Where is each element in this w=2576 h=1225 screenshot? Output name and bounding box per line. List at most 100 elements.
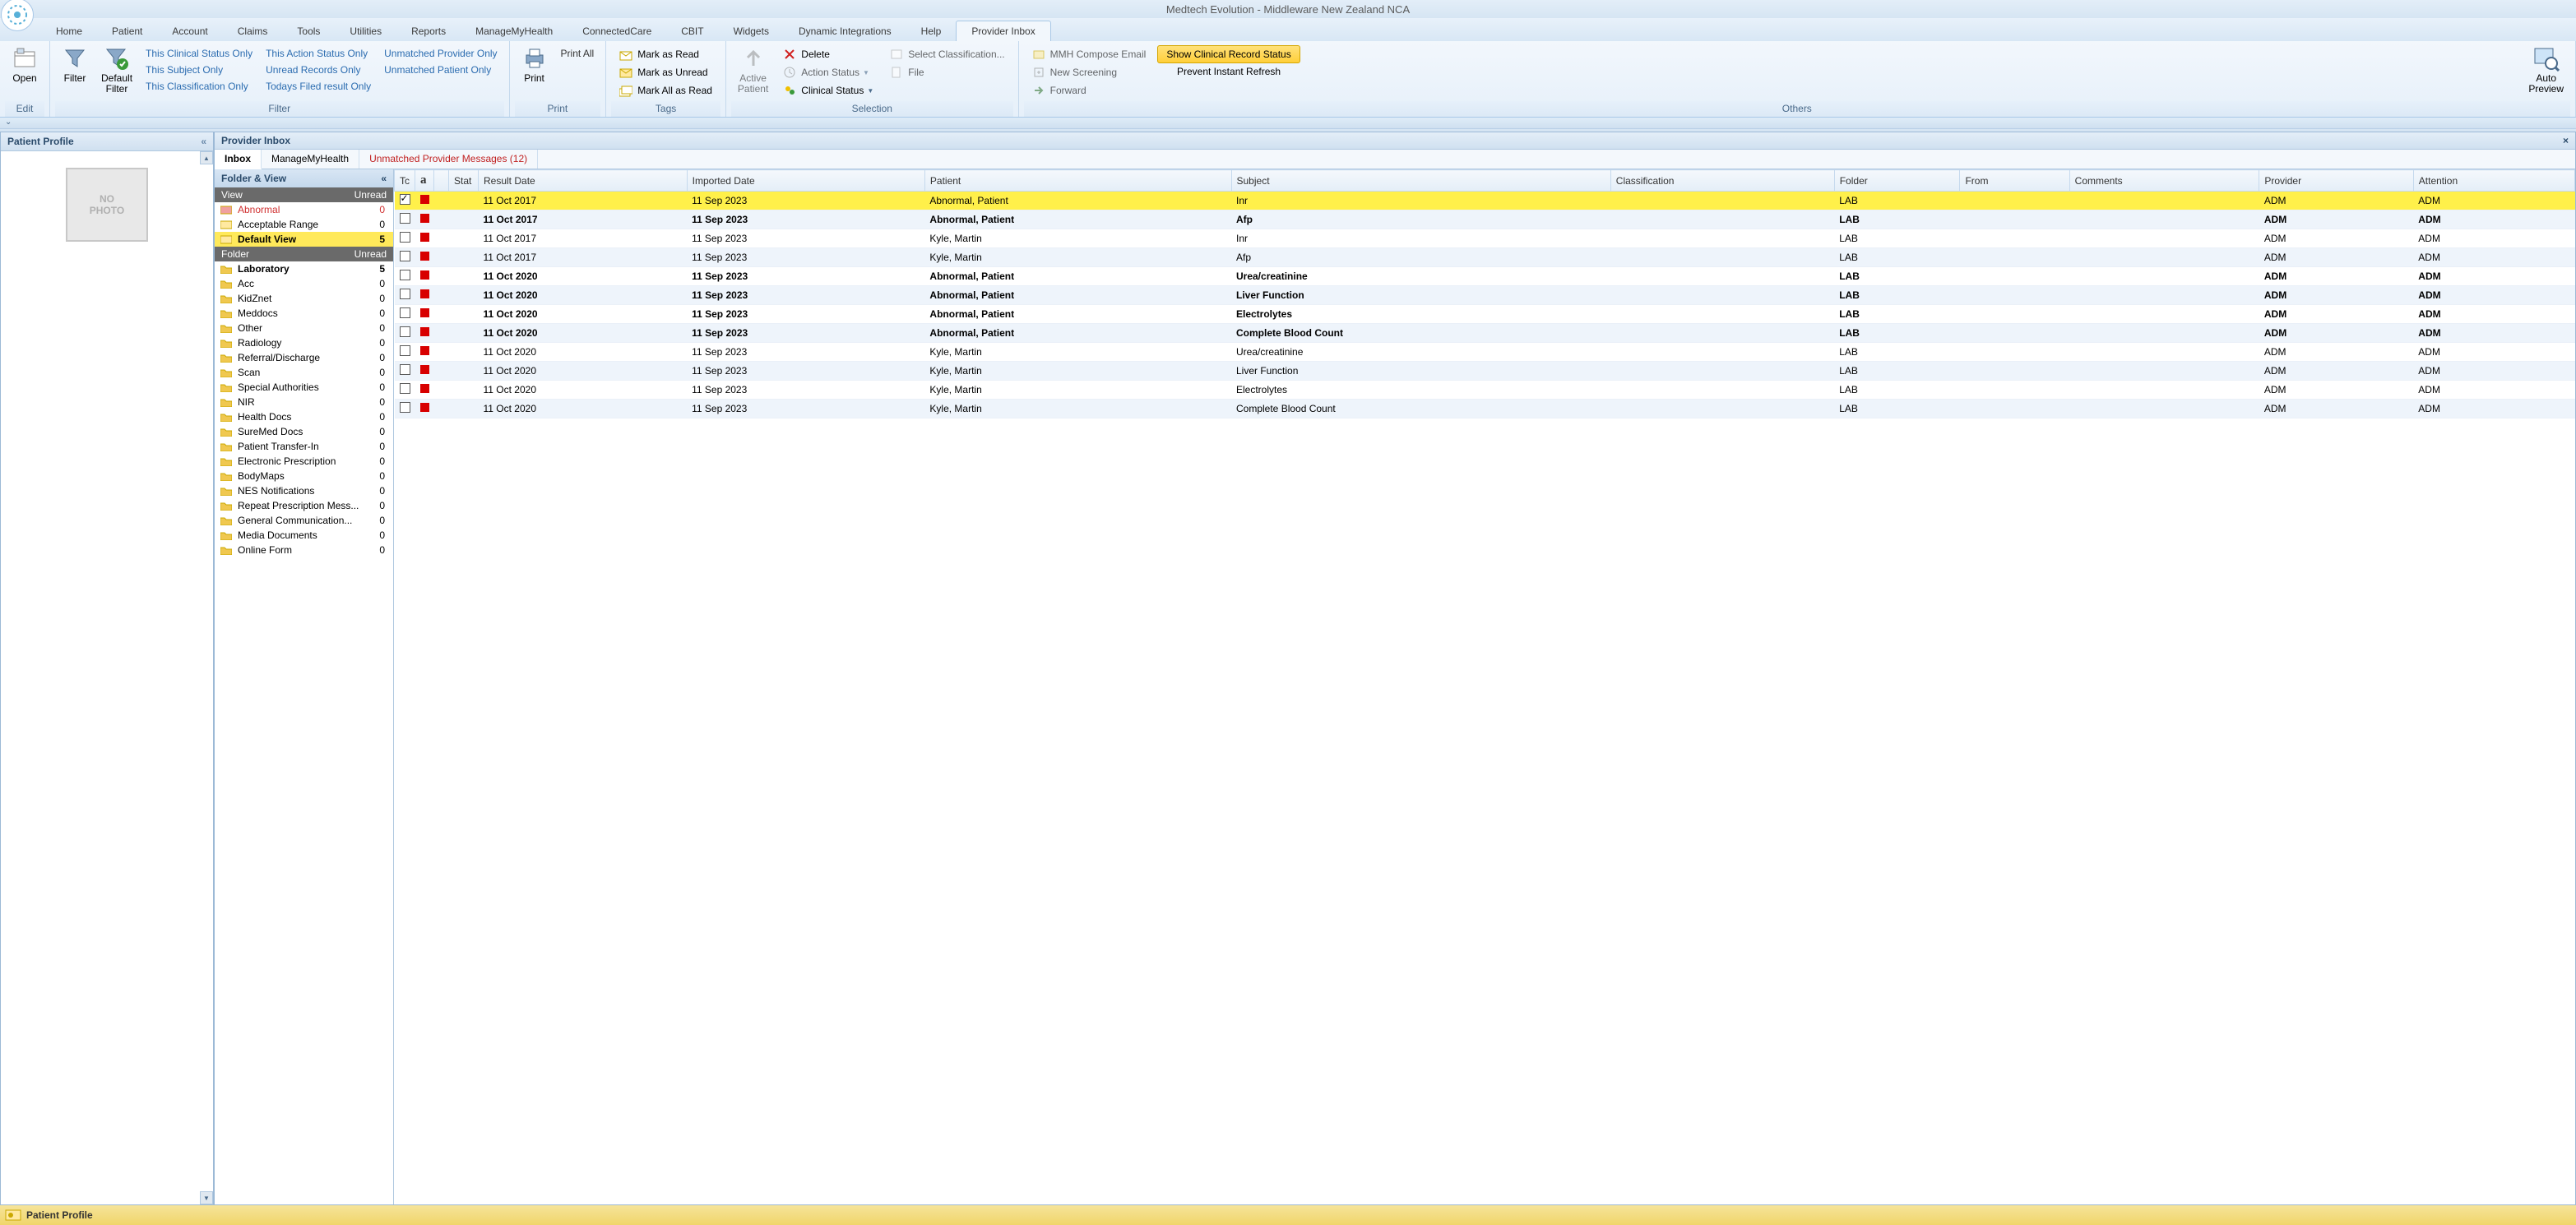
scroll-down-icon[interactable]: ▼ — [200, 1191, 213, 1204]
row-checkbox[interactable] — [400, 345, 410, 356]
table-row[interactable]: 11 Oct 202011 Sep 2023Abnormal, PatientU… — [395, 267, 2575, 286]
folder-item[interactable]: Special Authorities0 — [215, 380, 393, 395]
clinical-status-button[interactable]: Clinical Status▼ — [778, 81, 878, 99]
column-header[interactable]: Subject — [1231, 170, 1610, 192]
mmh-compose[interactable]: MMH Compose Email — [1027, 45, 1151, 63]
print-all-button[interactable]: Print All — [558, 45, 598, 62]
filter-unmatched-provider[interactable]: Unmatched Provider Only — [381, 45, 500, 62]
mark-all-as-read[interactable]: Mark All as Read — [614, 81, 717, 99]
column-header[interactable]: Provider — [2259, 170, 2413, 192]
menu-tab-help[interactable]: Help — [906, 21, 957, 41]
menu-tab-patient[interactable]: Patient — [97, 21, 157, 41]
folder-item[interactable]: NIR0 — [215, 395, 393, 409]
collapse-icon[interactable]: « — [201, 136, 206, 147]
folder-item[interactable]: Media Documents0 — [215, 528, 393, 543]
column-header[interactable]: Classification — [1610, 170, 1834, 192]
sub-tab[interactable]: Inbox — [215, 150, 262, 169]
row-checkbox[interactable] — [400, 289, 410, 299]
sub-tab[interactable]: ManageMyHealth — [262, 150, 359, 169]
prevent-instant-refresh[interactable]: Prevent Instant Refresh — [1157, 63, 1300, 80]
menu-tab-tools[interactable]: Tools — [282, 21, 335, 41]
row-checkbox[interactable] — [400, 194, 410, 205]
filter-unmatched-patient[interactable]: Unmatched Patient Only — [381, 62, 500, 78]
new-screening[interactable]: New Screening — [1027, 63, 1151, 81]
row-checkbox[interactable] — [400, 307, 410, 318]
table-row[interactable]: 11 Oct 202011 Sep 2023Abnormal, PatientC… — [395, 324, 2575, 343]
column-header[interactable]: Imported Date — [687, 170, 924, 192]
column-header[interactable]: Attention — [2413, 170, 2574, 192]
column-header[interactable]: From — [1960, 170, 2069, 192]
folder-item[interactable]: Scan0 — [215, 365, 393, 380]
select-classification[interactable]: Select Classification... — [885, 45, 1009, 63]
file-button[interactable]: File — [885, 63, 1009, 81]
folder-item[interactable]: Meddocs0 — [215, 306, 393, 321]
menu-tab-dynamic-integrations[interactable]: Dynamic Integrations — [784, 21, 906, 41]
auto-preview-button[interactable]: Auto Preview — [2522, 44, 2570, 96]
folder-item[interactable]: Radiology0 — [215, 335, 393, 350]
table-row[interactable]: 11 Oct 202011 Sep 2023Kyle, MartinUrea/c… — [395, 343, 2575, 362]
folder-item[interactable]: General Communication...0 — [215, 513, 393, 528]
filter-todays[interactable]: Todays Filed result Only — [262, 78, 374, 95]
folder-item[interactable]: BodyMaps0 — [215, 469, 393, 483]
row-checkbox[interactable] — [400, 232, 410, 243]
table-row[interactable]: 11 Oct 201711 Sep 2023Kyle, MartinAfpLAB… — [395, 248, 2575, 267]
view-item[interactable]: Abnormal0 — [215, 202, 393, 217]
column-header[interactable]: Tc — [395, 170, 415, 192]
view-item[interactable]: Default View5 — [215, 232, 393, 247]
table-row[interactable]: 11 Oct 202011 Sep 2023Abnormal, PatientE… — [395, 305, 2575, 324]
row-checkbox[interactable] — [400, 402, 410, 413]
menu-tab-widgets[interactable]: Widgets — [719, 21, 784, 41]
menu-tab-managemyhealth[interactable]: ManageMyHealth — [461, 21, 568, 41]
delete-button[interactable]: Delete — [778, 45, 878, 63]
active-patient-button[interactable]: Active Patient — [731, 44, 775, 96]
patient-profile-status-icon[interactable] — [5, 1209, 21, 1222]
row-checkbox[interactable] — [400, 251, 410, 261]
folder-item[interactable]: Patient Transfer-In0 — [215, 439, 393, 454]
column-header[interactable]: Patient — [924, 170, 1231, 192]
mark-as-read[interactable]: Mark as Read — [614, 45, 717, 63]
folder-item[interactable]: Acc0 — [215, 276, 393, 291]
open-button[interactable]: Open — [5, 44, 44, 86]
row-checkbox[interactable] — [400, 383, 410, 394]
folder-item[interactable]: Electronic Prescription0 — [215, 454, 393, 469]
table-row[interactable]: 11 Oct 202011 Sep 2023Kyle, MartinLiver … — [395, 362, 2575, 381]
ribbon-expander[interactable]: ⌄ — [0, 118, 2576, 129]
print-button[interactable]: Print — [515, 44, 554, 86]
column-header[interactable] — [434, 170, 449, 192]
folder-item[interactable]: NES Notifications0 — [215, 483, 393, 498]
menu-tab-provider-inbox[interactable]: Provider Inbox — [956, 21, 1050, 41]
menu-tab-reports[interactable]: Reports — [396, 21, 461, 41]
column-header[interactable]: Stat — [449, 170, 479, 192]
menu-tab-account[interactable]: Account — [157, 21, 222, 41]
folder-item[interactable]: Laboratory5 — [215, 261, 393, 276]
forward-button[interactable]: Forward — [1027, 81, 1151, 99]
table-row[interactable]: 11 Oct 202011 Sep 2023Kyle, MartinElectr… — [395, 381, 2575, 400]
collapse-icon[interactable]: « — [381, 173, 387, 184]
column-header[interactable]: Folder — [1834, 170, 1960, 192]
column-header[interactable]: a — [415, 170, 434, 192]
table-row[interactable]: 11 Oct 202011 Sep 2023Abnormal, PatientL… — [395, 286, 2575, 305]
table-row[interactable]: 11 Oct 201711 Sep 2023Kyle, MartinInrLAB… — [395, 229, 2575, 248]
column-header[interactable]: Comments — [2069, 170, 2259, 192]
folder-item[interactable]: Health Docs0 — [215, 409, 393, 424]
sub-tab[interactable]: Unmatched Provider Messages (12) — [359, 150, 538, 169]
row-checkbox[interactable] — [400, 326, 410, 337]
menu-tab-home[interactable]: Home — [41, 21, 97, 41]
folder-item[interactable]: Repeat Prescription Mess...0 — [215, 498, 393, 513]
mark-as-unread[interactable]: Mark as Unread — [614, 63, 717, 81]
folder-item[interactable]: SureMed Docs0 — [215, 424, 393, 439]
row-checkbox[interactable] — [400, 270, 410, 280]
filter-clinical-status[interactable]: This Clinical Status Only — [142, 45, 256, 62]
row-checkbox[interactable] — [400, 364, 410, 375]
folder-item[interactable]: KidZnet0 — [215, 291, 393, 306]
filter-classification[interactable]: This Classification Only — [142, 78, 256, 95]
view-item[interactable]: Acceptable Range0 — [215, 217, 393, 232]
folder-item[interactable]: Referral/Discharge0 — [215, 350, 393, 365]
table-row[interactable]: 11 Oct 202011 Sep 2023Kyle, MartinComple… — [395, 400, 2575, 418]
action-status-button[interactable]: Action Status▼ — [778, 63, 878, 81]
table-row[interactable]: 11 Oct 201711 Sep 2023Abnormal, PatientA… — [395, 210, 2575, 229]
menu-tab-utilities[interactable]: Utilities — [335, 21, 396, 41]
close-icon[interactable]: × — [2563, 135, 2569, 146]
scroll-up-icon[interactable]: ▲ — [200, 151, 213, 164]
filter-action-status[interactable]: This Action Status Only — [262, 45, 374, 62]
